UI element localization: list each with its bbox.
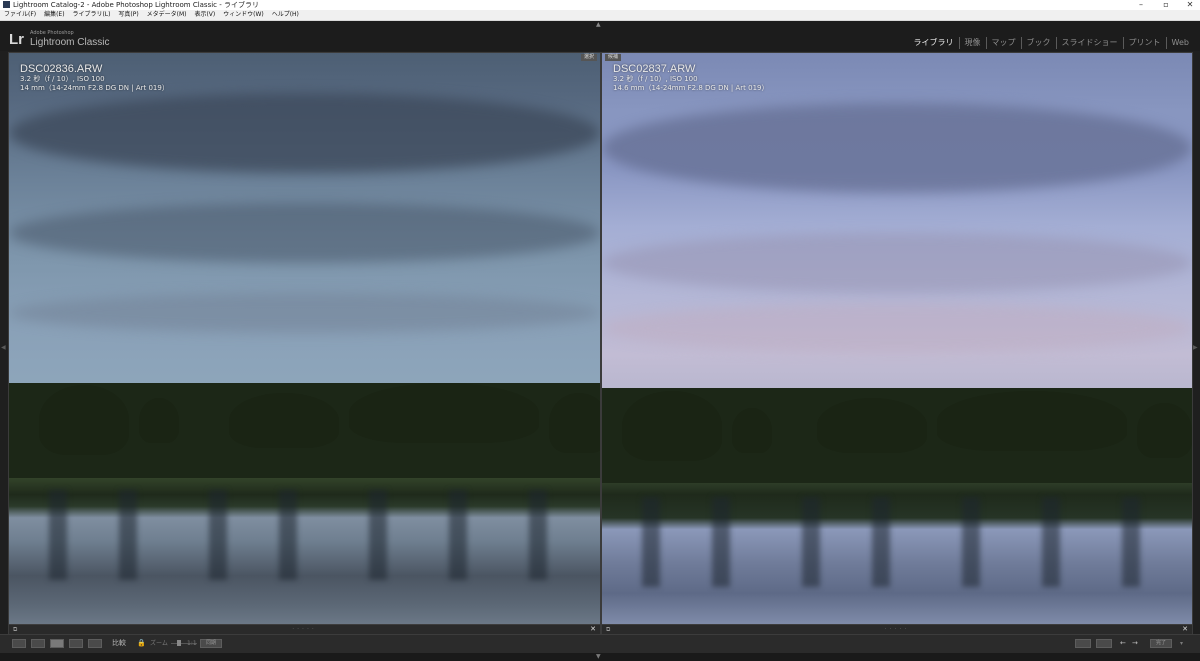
collapse-top-panel-icon[interactable]: ▲ — [596, 21, 601, 28]
expand-filmstrip-icon[interactable]: ▼ — [596, 653, 601, 660]
collapse-right-panel-icon[interactable]: ▶ — [1193, 344, 1198, 351]
filmstrip-collapsed-bar: ▼ — [0, 653, 1200, 661]
select-tag: 選択 — [580, 54, 597, 61]
menu-bar: ファイル(F) 編集(E) ライブラリ(L) 写真(P) メタデータ(M) 表示… — [0, 10, 1200, 21]
collapse-left-panel-icon[interactable]: ◀ — [1, 344, 6, 351]
previous-arrow-icon[interactable]: ← — [1120, 639, 1126, 648]
select-photo-info: DSC02836.ARW 3.2 秒（f / 10）, ISO 100 14 m… — [20, 63, 169, 93]
candidate-filename: DSC02837.ARW — [613, 63, 696, 75]
candidate-tag: 候補 — [605, 54, 622, 61]
module-map[interactable]: マップ — [985, 37, 1021, 49]
grid-view-icon[interactable] — [12, 639, 26, 648]
loupe-view-icon[interactable] — [31, 639, 45, 648]
lightroom-app-icon — [3, 1, 10, 8]
minimize-button[interactable]: – — [1131, 0, 1151, 10]
module-web[interactable]: Web — [1165, 37, 1194, 49]
module-print[interactable]: プリント — [1122, 37, 1166, 49]
restore-button[interactable]: ▫ — [1156, 0, 1176, 10]
candidate-photo — [602, 53, 1192, 634]
compare-view-icon[interactable] — [50, 639, 64, 648]
lock-icon[interactable]: ⧉ — [13, 625, 17, 634]
menu-metadata[interactable]: メタデータ(M) — [147, 10, 187, 20]
select-photo — [9, 53, 600, 634]
menu-file[interactable]: ファイル(F) — [4, 10, 36, 20]
module-develop[interactable]: 現像 — [958, 37, 986, 49]
zoom-slider-knob[interactable] — [177, 640, 181, 646]
people-view-icon[interactable] — [88, 639, 102, 648]
menu-library[interactable]: ライブラリ(L) — [72, 10, 110, 20]
select-panel-footer: ⧉ ····· ✕ — [9, 624, 600, 634]
close-window-button[interactable]: ✕ — [1180, 0, 1200, 10]
compare-label: 比較 — [112, 639, 126, 647]
compare-select-panel[interactable]: 選択 DSC02836.ARW 3.2 秒（f / 10）, ISO 100 1… — [8, 52, 601, 635]
done-button[interactable]: 完了 — [1150, 639, 1172, 648]
menu-view[interactable]: 表示(V) — [194, 10, 215, 20]
candidate-exposure: 3.2 秒（f / 10）, ISO 100 — [613, 75, 698, 83]
swap-icon[interactable]: ⧉ — [606, 625, 610, 634]
survey-view-icon[interactable] — [69, 639, 83, 648]
library-toolbar: 比較 🔒 ズーム 1:1 同期 ← → 完了 ▾ — [0, 634, 1200, 653]
toolbar-menu-icon[interactable]: ▾ — [1180, 639, 1183, 648]
lightroom-logo: Lr — [9, 31, 24, 48]
lock-icon[interactable]: 🔒 — [137, 639, 146, 648]
module-book[interactable]: ブック — [1020, 37, 1056, 49]
candidate-photo-info: DSC02837.ARW 3.2 秒（f / 10）, ISO 100 14.6… — [613, 63, 769, 93]
next-arrow-icon[interactable]: → — [1132, 639, 1138, 648]
zoom-label: ズーム — [150, 640, 168, 647]
close-candidate-icon[interactable]: ✕ — [1182, 625, 1188, 634]
menu-photo[interactable]: 写真(P) — [118, 10, 138, 20]
candidate-panel-footer: ⧉ ····· ✕ — [602, 624, 1192, 634]
make-select-icon[interactable] — [1096, 639, 1112, 648]
zoom-value: 1:1 — [187, 640, 197, 647]
sync-button[interactable]: 同期 — [200, 639, 222, 648]
module-slideshow[interactable]: スライドショー — [1055, 37, 1123, 49]
menu-help[interactable]: ヘルプ(H) — [272, 10, 299, 20]
window-title: Lightroom Catalog-2 - Adobe Photoshop Li… — [13, 1, 259, 9]
window-title-bar: Lightroom Catalog-2 - Adobe Photoshop Li… — [0, 0, 1200, 10]
identity-subtitle: Lightroom Classic — [30, 37, 110, 48]
identity-subtitle-small: Adobe Photoshop — [30, 30, 74, 36]
rating-dots[interactable]: ····· — [885, 625, 910, 634]
close-select-icon[interactable]: ✕ — [590, 625, 596, 634]
module-picker: ライブラリ 現像 マップ ブック スライドショー プリント Web — [909, 37, 1194, 49]
compare-candidate-panel[interactable]: 候補 DSC02837.ARW 3.2 秒（f / 10）, ISO 100 1… — [601, 52, 1193, 635]
rating-dots[interactable]: ····· — [292, 625, 317, 634]
module-library[interactable]: ライブラリ — [909, 37, 959, 49]
select-exposure: 3.2 秒（f / 10）, ISO 100 — [20, 75, 105, 83]
candidate-lens: 14.6 mm（14-24mm F2.8 DG DN | Art 019） — [613, 84, 769, 92]
menu-edit[interactable]: 編集(E) — [44, 10, 64, 20]
menu-window[interactable]: ウィンドウ(W) — [223, 10, 264, 20]
select-lens: 14 mm（14-24mm F2.8 DG DN | Art 019） — [20, 84, 169, 92]
select-filename: DSC02836.ARW — [20, 63, 103, 75]
swap-photos-icon[interactable] — [1075, 639, 1091, 648]
